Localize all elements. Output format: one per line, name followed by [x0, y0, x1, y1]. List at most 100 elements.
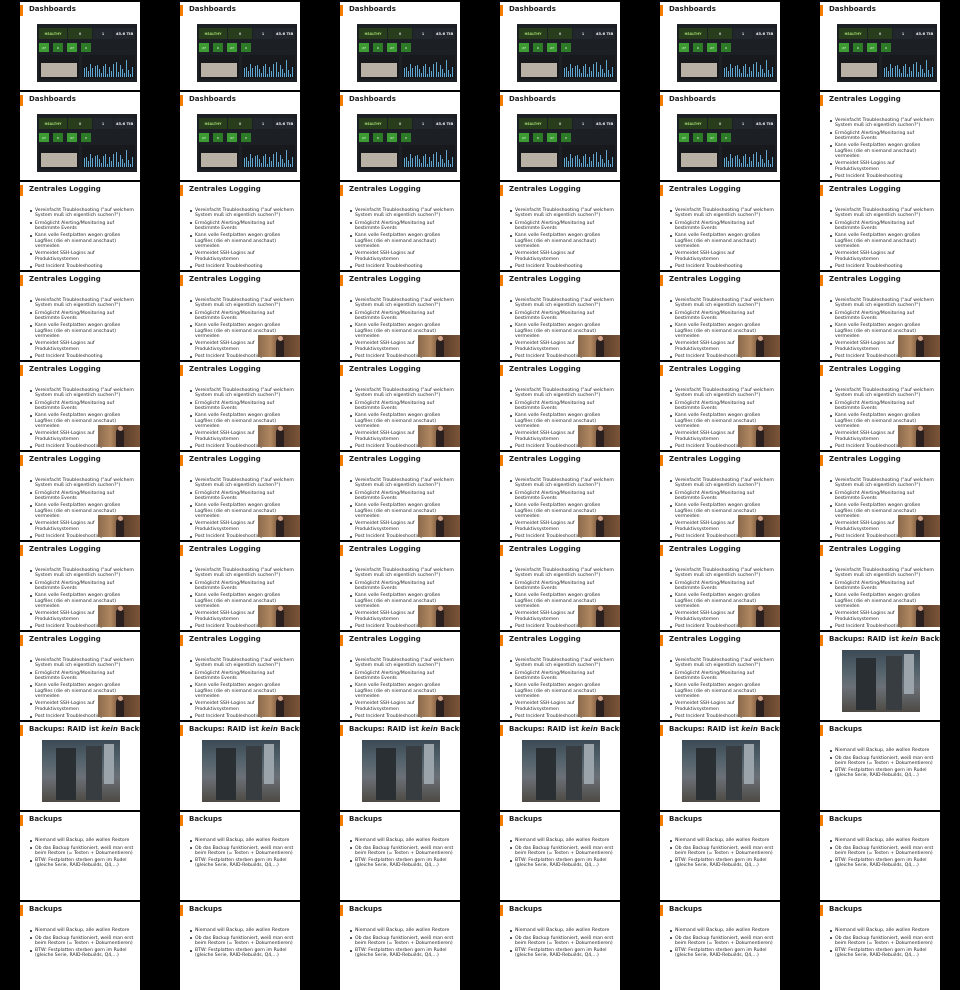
slide-thumbnail[interactable]: Dashboards HEALTHY 0 1 45.6 TiB 27 0 27 … — [180, 2, 300, 90]
slide-thumbnail[interactable]: Zentrales Logging Vereinfacht Troublesho… — [660, 182, 780, 270]
slide-thumbnail[interactable]: Zentrales Logging Vereinfacht Troublesho… — [820, 92, 940, 180]
slide-thumbnail[interactable]: Backups Niemand will Backup, alle wollen… — [820, 722, 940, 810]
slide-thumbnail[interactable]: Dashboards HEALTHY 0 1 45.6 TiB 27 0 27 … — [340, 2, 460, 90]
slide-thumbnail[interactable]: Zentrales Logging Vereinfacht Troublesho… — [340, 542, 460, 630]
slide-thumbnail[interactable]: Zentrales Logging Vereinfacht Troublesho… — [340, 632, 460, 720]
line-chart-spike — [90, 154, 92, 167]
slide-thumbnail[interactable]: Zentrales Logging Vereinfacht Troublesho… — [500, 362, 620, 450]
dashboard-screenshot: HEALTHY 0 1 45.6 TiB 27 0 27 0 — [517, 114, 617, 172]
speaker-video-overlay — [738, 335, 780, 357]
bullet-item: Ermöglicht Alerting/Monitoring auf besti… — [190, 491, 296, 501]
slide-thumbnail[interactable]: Zentrales Logging Vereinfacht Troublesho… — [660, 272, 780, 360]
slide-thumbnail[interactable]: Zentrales Logging Vereinfacht Troublesho… — [340, 452, 460, 540]
slide-thumbnail[interactable]: Zentrales Logging Vereinfacht Troublesho… — [180, 362, 300, 450]
line-chart-spike — [745, 154, 746, 167]
slide-thumbnail[interactable]: Zentrales Logging Vereinfacht Troublesho… — [820, 182, 940, 270]
slide-thumbnail[interactable]: Zentrales Logging Vereinfacht Troublesho… — [660, 452, 780, 540]
accent-bar — [20, 95, 23, 106]
slide-thumbnail[interactable]: Zentrales Logging Vereinfacht Troublesho… — [180, 452, 300, 540]
bullet-item: Vereinfacht Troubleshooting ("auf welche… — [30, 478, 136, 488]
slide-thumbnail[interactable]: Zentrales Logging Vereinfacht Troublesho… — [820, 542, 940, 630]
slide-thumbnail[interactable]: Backups Niemand will Backup, alle wollen… — [500, 902, 620, 990]
slide-thumbnail[interactable]: Zentrales Logging Vereinfacht Troublesho… — [820, 452, 940, 540]
slide-thumbnail[interactable]: Zentrales Logging Vereinfacht Troublesho… — [340, 272, 460, 360]
slide-thumbnail[interactable]: Dashboards HEALTHY 0 1 45.6 TiB 27 0 27 … — [660, 2, 780, 90]
line-chart-spike — [427, 164, 429, 167]
slide-thumbnail[interactable]: Zentrales Logging Vereinfacht Troublesho… — [20, 272, 140, 360]
slide-thumbnail[interactable]: Backups Niemand will Backup, alle wollen… — [820, 812, 940, 900]
slide-thumbnail[interactable]: Dashboards HEALTHY 0 1 45.6 TiB 27 0 27 … — [500, 2, 620, 90]
slide-thumbnail[interactable]: Dashboards HEALTHY 0 1 45.6 TiB 27 0 27 … — [820, 2, 940, 90]
slide-thumbnail[interactable]: Dashboards HEALTHY 0 1 45.6 TiB 27 0 27 … — [660, 92, 780, 180]
slide-thumbnail[interactable]: Zentrales Logging Vereinfacht Troublesho… — [660, 632, 780, 720]
slide-thumbnail[interactable]: Zentrales Logging Vereinfacht Troublesho… — [180, 542, 300, 630]
slide-thumbnail[interactable]: Zentrales Logging Vereinfacht Troublesho… — [20, 182, 140, 270]
slide-thumbnail[interactable]: Zentrales Logging Vereinfacht Troublesho… — [500, 272, 620, 360]
line-chart-spike — [932, 67, 934, 77]
slide-thumbnail[interactable]: Backups: RAID ist kein Backup — [660, 722, 780, 810]
slide-thumbnail[interactable]: Zentrales Logging Vereinfacht Troublesho… — [180, 182, 300, 270]
bullet-item: Ermöglicht Alerting/Monitoring auf besti… — [830, 581, 936, 591]
slide-thumbnail[interactable]: Zentrales Logging Vereinfacht Troublesho… — [180, 632, 300, 720]
slide-thumbnail[interactable]: Backups Niemand will Backup, alle wollen… — [340, 812, 460, 900]
speaker-video-overlay — [258, 515, 300, 537]
slide-thumbnail[interactable]: Zentrales Logging Vereinfacht Troublesho… — [20, 362, 140, 450]
slide-thumbnail[interactable]: Zentrales Logging Vereinfacht Troublesho… — [500, 632, 620, 720]
bullet-item: Vereinfacht Troubleshooting ("auf welche… — [670, 298, 776, 308]
slide-thumbnail[interactable]: Zentrales Logging Vereinfacht Troublesho… — [500, 452, 620, 540]
slide-thumbnail[interactable]: Zentrales Logging Vereinfacht Troublesho… — [20, 632, 140, 720]
line-chart-spike — [109, 157, 111, 167]
accent-bar — [340, 725, 343, 736]
slide-thumbnail[interactable]: Backups: RAID ist kein Backup — [20, 722, 140, 810]
line-chart-spike — [290, 74, 292, 77]
line-chart-spike — [244, 68, 245, 77]
slide-thumbnail[interactable]: Dashboards HEALTHY 0 1 45.6 TiB 27 0 27 … — [500, 92, 620, 180]
slide-thumbnail[interactable]: Backups: RAID ist kein Backup — [180, 722, 300, 810]
slide-thumbnail[interactable]: Zentrales Logging Vereinfacht Troublesho… — [340, 362, 460, 450]
accent-bar — [20, 815, 23, 826]
slide-title: Zentrales Logging — [509, 455, 581, 463]
line-chart-spike — [608, 70, 610, 77]
slide-thumbnail[interactable]: Zentrales Logging Vereinfacht Troublesho… — [180, 272, 300, 360]
accent-bar — [820, 815, 823, 826]
slide-thumbnail[interactable]: Zentrales Logging Vereinfacht Troublesho… — [340, 182, 460, 270]
slide-thumbnail[interactable]: Backups Niemand will Backup, alle wollen… — [500, 812, 620, 900]
slide-thumbnail[interactable]: Zentrales Logging Vereinfacht Troublesho… — [500, 182, 620, 270]
slide-thumbnail[interactable]: Backups: RAID ist kein Backup — [500, 722, 620, 810]
slide-thumbnail[interactable]: Zentrales Logging Vereinfacht Troublesho… — [820, 362, 940, 450]
line-chart-spike — [420, 163, 422, 167]
slide-thumbnail[interactable]: Backups Niemand will Backup, alle wollen… — [660, 812, 780, 900]
speaker-video-overlay — [258, 695, 300, 717]
slide-thumbnail[interactable]: Dashboards HEALTHY 0 1 45.6 TiB 27 0 27 … — [180, 92, 300, 180]
slide-thumbnail[interactable]: Backups Niemand will Backup, alle wollen… — [660, 902, 780, 990]
slide-thumbnail[interactable]: Backups: RAID ist kein Backup — [820, 632, 940, 720]
bullet-item: Ermöglicht Alerting/Monitoring auf besti… — [30, 671, 136, 681]
slide-thumbnail[interactable]: Zentrales Logging Vereinfacht Troublesho… — [500, 542, 620, 630]
slide-thumbnail[interactable]: Backups Niemand will Backup, alle wollen… — [340, 902, 460, 990]
slide-thumbnail[interactable]: Dashboards HEALTHY 0 1 45.6 TiB 27 0 27 … — [20, 92, 140, 180]
line-chart-spike — [606, 150, 607, 167]
line-chart-spike — [907, 74, 909, 77]
line-chart-spike — [410, 64, 412, 77]
slide-thumbnail[interactable]: Backups Niemand will Backup, alle wollen… — [180, 812, 300, 900]
line-chart-spike — [265, 154, 266, 167]
slide-thumbnail[interactable]: Zentrales Logging Vereinfacht Troublesho… — [660, 542, 780, 630]
slide-thumbnail[interactable]: Zentrales Logging Vereinfacht Troublesho… — [820, 272, 940, 360]
line-chart-spike — [580, 163, 582, 167]
accent-bar — [820, 635, 823, 646]
bullet-item: Vereinfacht Troubleshooting ("auf welche… — [30, 208, 136, 218]
slide-thumbnail[interactable]: Backups Niemand will Backup, alle wollen… — [20, 902, 140, 990]
slide-thumbnail[interactable]: Backups Niemand will Backup, alle wollen… — [180, 902, 300, 990]
slide-thumbnail[interactable]: Zentrales Logging Vereinfacht Troublesho… — [20, 452, 140, 540]
slide-thumbnail[interactable]: Dashboards HEALTHY 0 1 45.6 TiB 27 0 27 … — [340, 92, 460, 180]
slide-thumbnail[interactable]: Backups: RAID ist kein Backup — [340, 722, 460, 810]
slide-thumbnail[interactable]: Zentrales Logging Vereinfacht Troublesho… — [660, 362, 780, 450]
slide-thumbnail[interactable]: Backups Niemand will Backup, alle wollen… — [20, 812, 140, 900]
slide-thumbnail[interactable]: Dashboards HEALTHY 0 1 45.6 TiB 27 0 27 … — [20, 2, 140, 90]
line-chart-spike — [435, 62, 437, 77]
line-chart-spike — [888, 71, 890, 77]
slide-thumbnail[interactable]: Zentrales Logging Vereinfacht Troublesho… — [20, 542, 140, 630]
slide-thumbnail[interactable]: Backups Niemand will Backup, alle wollen… — [820, 902, 940, 990]
storage-panel: 45.6 TiB — [274, 28, 295, 39]
bullet-item: Ermöglicht Alerting/Monitoring auf besti… — [30, 311, 136, 321]
